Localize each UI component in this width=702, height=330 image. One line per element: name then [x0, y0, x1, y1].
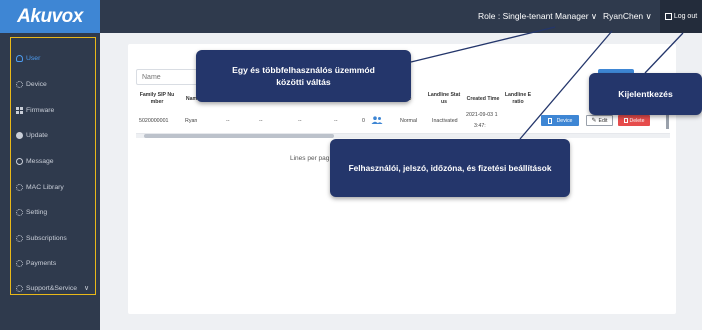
sidebar-item-setting[interactable]: Setting	[16, 205, 47, 219]
trash-icon	[623, 118, 628, 123]
cell-sip: 5020000001	[139, 118, 169, 124]
sidebar-item-label: Support&Service	[26, 284, 78, 292]
delete-button[interactable]: Delete	[618, 115, 650, 126]
logout-icon	[664, 13, 672, 20]
header-line: Landline Stat	[427, 92, 461, 98]
role-selector[interactable]: Role : Single-tenant Manager ∨	[478, 11, 597, 22]
column-header-created-time: Created Time	[466, 96, 500, 102]
sidebar-item-label: Firmware	[26, 106, 55, 114]
gear-icon	[16, 284, 23, 292]
header-line: mber	[150, 99, 164, 105]
logout-button[interactable]: Log out	[660, 0, 702, 33]
sidebar-item-label: Update	[26, 131, 48, 139]
edit-button[interactable]: ✎ Edit	[586, 115, 613, 126]
callout-text: Felhasználói, jelszó, időzóna, és fizeté…	[348, 163, 552, 173]
horizontal-scrollbar[interactable]	[136, 134, 670, 138]
sidebar-item-label: Payments	[26, 259, 57, 267]
header-line: Landline E	[504, 92, 532, 98]
callout-text: Egy és többfelhasználós üzemmód közötti …	[232, 65, 375, 87]
sidebar-item-update[interactable]: Update	[16, 128, 48, 142]
column-header-landline-status: Landline Stat us	[425, 92, 463, 106]
gear-icon	[16, 80, 23, 88]
message-icon	[16, 157, 23, 165]
cell-status: Normal	[400, 118, 418, 124]
sidebar-item-label: Setting	[26, 208, 48, 216]
header-line: us	[440, 99, 448, 105]
scrollbar-thumb[interactable]	[144, 134, 334, 138]
sidebar-item-device[interactable]: Device	[16, 77, 47, 91]
device-label: Device	[556, 117, 573, 124]
sidebar-item-subscriptions[interactable]: Subscriptions	[16, 231, 67, 245]
sidebar-item-label: Message	[26, 157, 54, 165]
cell-created-time: 3:47:	[474, 123, 486, 129]
cell-count: 0	[362, 118, 365, 124]
cell-empty: --	[334, 118, 338, 124]
cell-landline-status: Inactivated	[432, 118, 458, 124]
gear-icon	[16, 259, 23, 267]
cell-empty: --	[259, 118, 263, 124]
callout-settings: Felhasználói, jelszó, időzóna, és fizeté…	[330, 139, 570, 197]
update-icon	[16, 131, 23, 139]
sidebar-item-label: Subscriptions	[26, 234, 67, 242]
delete-label: Delete	[629, 117, 645, 124]
column-header-sip: Family SIP Nu mber	[134, 92, 180, 106]
device-button[interactable]: Device	[541, 115, 579, 126]
logout-label: Log out	[673, 13, 698, 20]
user-icon	[16, 54, 23, 62]
sidebar-item-firmware[interactable]: Firmware	[16, 103, 54, 117]
gear-icon	[16, 208, 23, 216]
callout-mode-switch: Egy és többfelhasználós üzemmód közötti …	[196, 50, 411, 102]
search-input[interactable]	[136, 69, 198, 85]
sidebar-item-mac-library[interactable]: MAC Library	[16, 180, 64, 194]
cell-empty: --	[298, 118, 302, 124]
vertical-scrollbar[interactable]	[666, 115, 669, 129]
chevron-down-icon[interactable]: ∨	[84, 284, 89, 292]
user-menu[interactable]: RyanChen ∨	[603, 11, 652, 22]
gear-icon	[16, 183, 23, 191]
pagination-lines-per-page: Lines per pag	[290, 155, 330, 162]
pencil-icon: ✎	[591, 118, 597, 124]
cell-created-date: 2021-09-03 1	[466, 112, 498, 118]
sidebar-item-label: User	[26, 54, 41, 62]
callout-text: Kijelentkezés	[618, 89, 673, 99]
grid-icon	[16, 106, 23, 114]
sidebar-item-user[interactable]: User	[16, 51, 40, 65]
cell-empty: --	[226, 118, 230, 124]
edit-label: Edit	[598, 117, 608, 124]
akuvox-logo: Akuvox	[0, 0, 100, 33]
cell-name: Ryan	[185, 118, 198, 124]
header-line: ratio	[512, 99, 524, 105]
people-icon[interactable]	[371, 116, 383, 124]
gear-icon	[16, 234, 23, 242]
column-header-landline-expiration: Landline E ratio	[500, 92, 536, 106]
sidebar-item-payments[interactable]: Payments	[16, 256, 56, 270]
sidebar-item-label: Device	[26, 80, 47, 88]
device-icon	[547, 117, 552, 124]
header-line: Family SIP Nu	[139, 92, 175, 98]
sidebar-item-label: MAC Library	[26, 183, 64, 191]
callout-logout: Kijelentkezés	[589, 73, 702, 115]
sidebar-item-message[interactable]: Message	[16, 154, 54, 168]
sidebar-item-support-service[interactable]: Support&Service	[16, 281, 77, 295]
